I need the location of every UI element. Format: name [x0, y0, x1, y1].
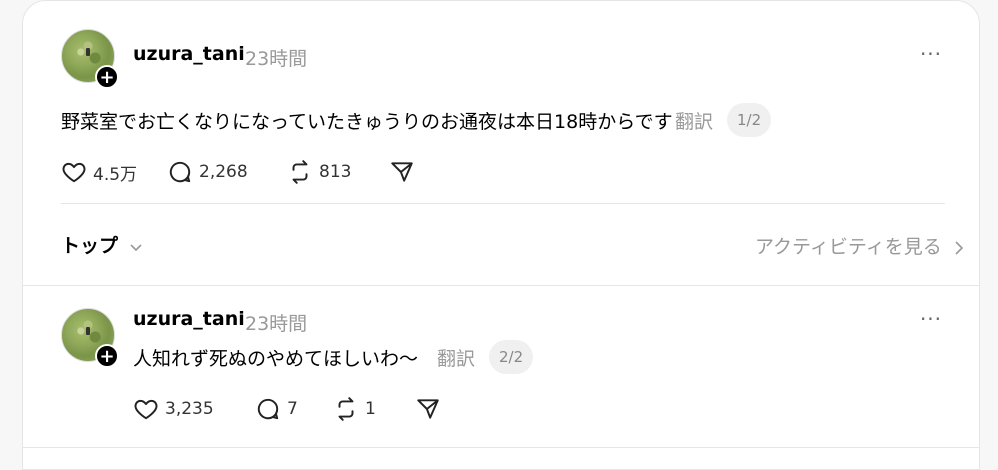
- follow-plus-icon[interactable]: +: [95, 344, 119, 368]
- post-text: 人知れず死ぬのやめてほしいわ〜: [133, 348, 419, 370]
- translate-link[interactable]: 翻訳: [675, 107, 713, 134]
- comment-count: 2,268: [199, 162, 248, 182]
- username[interactable]: uzura_tani: [133, 308, 245, 330]
- sort-label: トップ: [61, 235, 119, 257]
- heart-icon: [134, 399, 158, 420]
- divider: [23, 285, 979, 286]
- like-count: 4.5万: [93, 164, 138, 185]
- send-icon: [391, 162, 413, 182]
- page-indicator: 1/2: [727, 103, 772, 137]
- like-button[interactable]: 3,235: [133, 396, 214, 422]
- translate-link[interactable]: 翻訳: [437, 344, 475, 371]
- repost-count: 813: [319, 162, 352, 182]
- share-button[interactable]: [415, 396, 441, 422]
- follow-plus-icon[interactable]: +: [95, 65, 119, 89]
- sort-dropdown[interactable]: トップ: [61, 231, 143, 258]
- repost-count: 1: [365, 399, 376, 419]
- divider: [23, 447, 979, 448]
- chevron-down-icon: [130, 243, 142, 251]
- comment-button[interactable]: 2,268: [167, 159, 248, 185]
- repost-button[interactable]: 1: [333, 396, 376, 422]
- repost-icon: [338, 397, 354, 421]
- comment-button[interactable]: 7: [255, 396, 298, 422]
- username[interactable]: uzura_tani: [133, 43, 245, 65]
- avatar[interactable]: +: [61, 308, 119, 368]
- view-activity-link[interactable]: アクティビティを見る: [755, 232, 966, 259]
- share-button[interactable]: [389, 159, 415, 185]
- activity-label: アクティビティを見る: [755, 236, 942, 258]
- comment-count: 7: [287, 399, 298, 419]
- repost-button[interactable]: 813: [287, 159, 351, 185]
- comment-icon: [169, 161, 191, 183]
- repost-icon: [292, 160, 308, 184]
- chevron-right-icon: [955, 240, 963, 255]
- post-text: 野菜室でお亡くなりになっていたきゅうりのお通夜は本日18時からです: [61, 111, 673, 133]
- timestamp[interactable]: 23時間: [245, 309, 307, 336]
- avatar[interactable]: +: [61, 29, 119, 89]
- send-icon: [417, 399, 439, 419]
- page-indicator: 2/2: [489, 340, 534, 374]
- timestamp[interactable]: 23時間: [245, 44, 307, 71]
- comment-icon: [257, 398, 279, 420]
- thread-card: + uzura_tani 23時間 ··· 野菜室でお亡くなりになっていたきゅう…: [22, 0, 980, 470]
- divider: [61, 203, 945, 204]
- like-count: 3,235: [165, 399, 214, 419]
- like-button[interactable]: 4.5万: [61, 159, 137, 185]
- more-options-icon[interactable]: ···: [917, 309, 945, 334]
- heart-icon: [62, 162, 86, 183]
- more-options-icon[interactable]: ···: [917, 44, 945, 69]
